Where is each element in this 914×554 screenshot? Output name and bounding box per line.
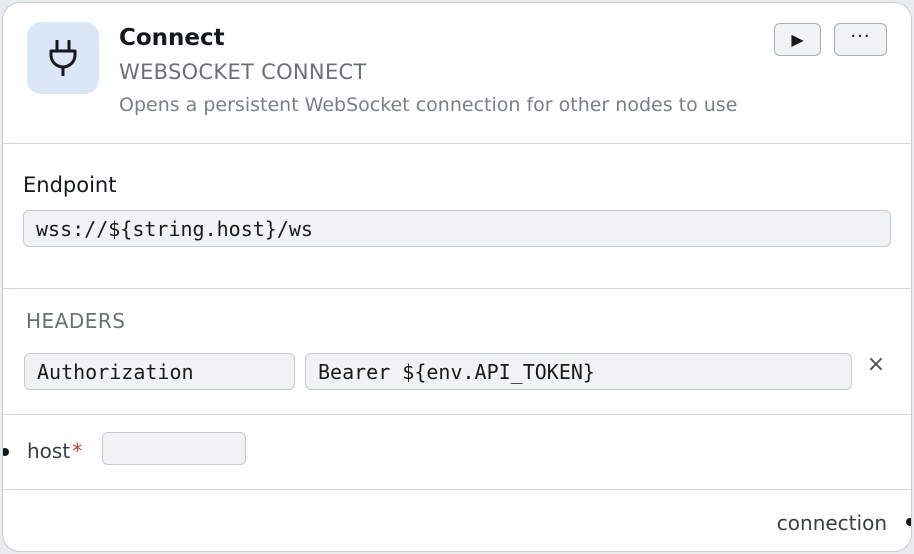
ellipsis-icon: ··· — [850, 26, 871, 47]
more-options-button[interactable]: ··· — [834, 23, 887, 56]
outputs-section: connection — [3, 491, 911, 551]
headers-label: HEADERS — [26, 309, 126, 333]
websocket-connect-node: Connect WEBSOCKET CONNECT Opens a persis… — [2, 2, 912, 552]
play-icon: ▶ — [791, 30, 804, 49]
output-port-connection[interactable] — [906, 518, 911, 526]
node-header: Connect WEBSOCKET CONNECT Opens a persis… — [3, 3, 911, 144]
required-marker: * — [72, 439, 83, 463]
endpoint-section: Endpoint wss://${string.host}/ws — [3, 145, 911, 289]
endpoint-input[interactable]: wss://${string.host}/ws — [23, 210, 891, 247]
host-input[interactable] — [102, 432, 246, 465]
input-port-host[interactable] — [3, 448, 9, 456]
output-label-connection: connection — [776, 511, 887, 535]
run-button[interactable]: ▶ — [774, 23, 821, 56]
input-label-host: host * — [27, 439, 83, 463]
node-title: Connect — [119, 25, 225, 51]
header-value-input[interactable]: Bearer ${env.API_TOKEN} — [305, 353, 852, 390]
inputs-section: host * — [3, 416, 911, 490]
close-icon[interactable]: × — [865, 352, 887, 377]
plug-icon — [27, 22, 99, 94]
header-key-input[interactable]: Authorization — [24, 353, 295, 390]
endpoint-label: Endpoint — [23, 173, 117, 197]
headers-section: HEADERS Authorization Bearer ${env.API_T… — [3, 290, 911, 415]
node-type: WEBSOCKET CONNECT — [119, 60, 367, 84]
node-description: Opens a persistent WebSocket connection … — [119, 94, 738, 116]
